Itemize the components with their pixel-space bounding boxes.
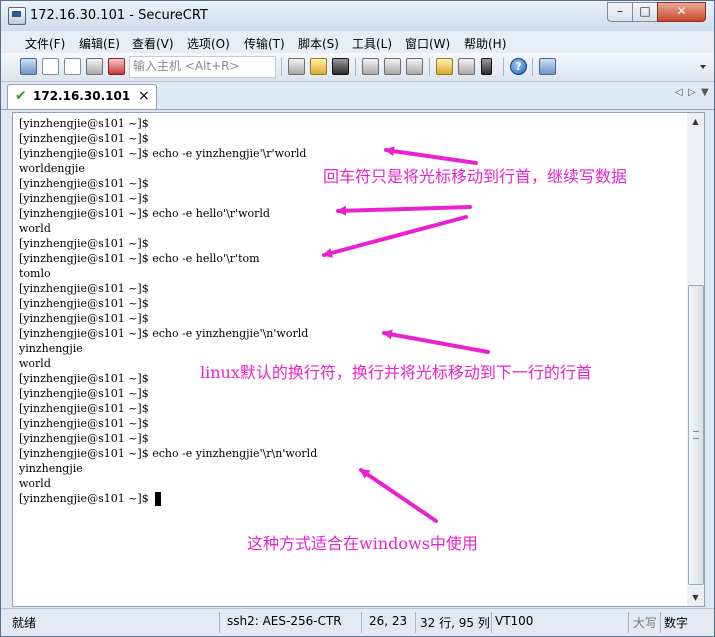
terminal-line: [yinzhengjie@s101 ~]$ echo -e hello'\r't… bbox=[19, 252, 260, 265]
terminal-line: [yinzhengjie@s101 ~]$ bbox=[19, 417, 149, 430]
terminal-line: [yinzhengjie@s101 ~]$ bbox=[19, 387, 149, 400]
terminal-line: [yinzhengjie@s101 ~]$ bbox=[19, 492, 149, 505]
session-tab-bar: ✔ 172.16.30.101 × ◁ ▷ ▼ bbox=[1, 82, 714, 110]
terminal-line: world bbox=[19, 222, 51, 235]
terminal-line: [yinzhengjie@s101 ~]$ echo -e yinzhengji… bbox=[19, 447, 318, 460]
close-window-button[interactable]: ✕ bbox=[657, 2, 706, 22]
quick-connect-icon[interactable] bbox=[42, 58, 59, 75]
menu-transfer[interactable]: 传输(T) bbox=[244, 35, 285, 52]
terminal-line: [yinzhengjie@s101 ~]$ bbox=[19, 132, 149, 145]
status-separator bbox=[660, 612, 661, 633]
menu-window[interactable]: 窗口(W) bbox=[405, 35, 450, 52]
status-ready: 就绪 bbox=[12, 616, 37, 630]
scrollbar-grip-icon bbox=[693, 431, 699, 439]
toolbar-separator bbox=[281, 58, 282, 76]
toolbar-separator bbox=[503, 58, 504, 76]
terminal-line: [yinzhengjie@s101 ~]$ bbox=[19, 297, 149, 310]
title-bar[interactable]: 172.16.30.101 - SecureCRT – □ ✕ bbox=[1, 1, 714, 31]
session-options-icon[interactable] bbox=[436, 58, 453, 75]
sftp-icon[interactable] bbox=[539, 58, 556, 75]
print-screen-icon[interactable] bbox=[406, 58, 423, 75]
host-input[interactable] bbox=[130, 57, 276, 75]
terminal-line: [yinzhengjie@s101 ~]$ bbox=[19, 402, 149, 415]
menu-help[interactable]: 帮助(H) bbox=[464, 35, 506, 52]
status-terminal-size: 32 行, 95 列 bbox=[420, 616, 490, 630]
menu-bar: 文件(F) 编辑(E) 查看(V) 选项(O) 传输(T) 脚本(S) 工具(L… bbox=[1, 31, 714, 53]
status-separator bbox=[628, 612, 629, 633]
annotation-windows-newline: 这种方式适合在windows中使用 bbox=[247, 534, 478, 553]
terminal-line: [yinzhengjie@s101 ~]$ bbox=[19, 282, 149, 295]
terminal-line: yinzhengjie bbox=[19, 462, 83, 475]
status-caps-lock: 大写 bbox=[633, 616, 658, 630]
terminal-line: [yinzhengjie@s101 ~]$ bbox=[19, 432, 149, 445]
annotation-carriage-return: 回车符只是将光标移动到行首，继续写数据 bbox=[323, 167, 628, 186]
reconnect-icon[interactable] bbox=[86, 58, 103, 75]
scroll-up-arrow-icon[interactable]: ▲ bbox=[687, 113, 704, 130]
terminal-line: [yinzhengjie@s101 ~]$ echo -e yinzhengji… bbox=[19, 327, 309, 340]
status-terminal-type: VT100 bbox=[495, 614, 534, 628]
menu-edit[interactable]: 编辑(E) bbox=[79, 35, 120, 52]
status-separator bbox=[415, 612, 416, 633]
status-num-lock: 数字 bbox=[664, 616, 689, 630]
annotation-linux-newline: linux默认的换行符，换行并将光标移动到下一行的行首 bbox=[200, 363, 592, 382]
window-title: 172.16.30.101 - SecureCRT bbox=[30, 8, 208, 23]
terminal-line: [yinzhengjie@s101 ~]$ bbox=[19, 177, 149, 190]
terminal-line: tomlo bbox=[19, 267, 51, 280]
help-icon[interactable]: ? bbox=[510, 58, 527, 75]
session-tab-label: 172.16.30.101 bbox=[33, 89, 131, 103]
terminal-cursor bbox=[155, 492, 161, 506]
print-setup-icon[interactable] bbox=[384, 58, 401, 75]
terminal-line: [yinzhengjie@s101 ~]$ bbox=[19, 237, 149, 250]
terminal-line: worldengjie bbox=[19, 162, 85, 175]
print-icon[interactable] bbox=[362, 58, 379, 75]
scrollbar-thumb[interactable] bbox=[688, 285, 704, 585]
vertical-scrollbar[interactable]: ▲ ▼ bbox=[687, 112, 705, 607]
menu-tools[interactable]: 工具(L) bbox=[352, 35, 392, 52]
status-separator bbox=[361, 612, 362, 633]
toolbar: ? bbox=[1, 53, 714, 82]
terminal-line: [yinzhengjie@s101 ~]$ echo -e hello'\r'w… bbox=[19, 207, 270, 220]
terminal-line: world bbox=[19, 477, 51, 490]
connect-tab-icon[interactable] bbox=[64, 58, 81, 75]
terminal-line: [yinzhengjie@s101 ~]$ echo -e yinzhengji… bbox=[19, 147, 307, 160]
toolbar-overflow-icon[interactable] bbox=[700, 65, 706, 69]
tab-scroll-left-icon[interactable]: ◁ bbox=[675, 87, 683, 98]
terminal-line: [yinzhengjie@s101 ~]$ bbox=[19, 117, 149, 130]
status-separator bbox=[219, 612, 220, 633]
terminal-line: world bbox=[19, 357, 51, 370]
terminal-line: [yinzhengjie@s101 ~]$ bbox=[19, 192, 149, 205]
key-map-icon[interactable] bbox=[481, 58, 492, 75]
menu-file[interactable]: 文件(F) bbox=[25, 35, 65, 52]
global-options-icon[interactable] bbox=[458, 58, 475, 75]
paste-icon[interactable] bbox=[310, 58, 327, 75]
terminal-line: [yinzhengjie@s101 ~]$ bbox=[19, 372, 149, 385]
tab-list-dropdown-icon[interactable]: ▼ bbox=[701, 87, 709, 98]
minimize-button[interactable]: – bbox=[607, 2, 633, 22]
toolbar-separator bbox=[532, 58, 533, 76]
toolbar-separator bbox=[355, 58, 356, 76]
status-cursor-position: 26, 23 bbox=[369, 614, 408, 628]
menu-view[interactable]: 查看(V) bbox=[132, 35, 174, 52]
disconnect-icon[interactable] bbox=[108, 58, 125, 75]
terminal-line: [yinzhengjie@s101 ~]$ bbox=[19, 312, 149, 325]
session-tab[interactable]: ✔ 172.16.30.101 × bbox=[7, 84, 157, 109]
quick-connect-field[interactable] bbox=[129, 56, 276, 78]
menu-script[interactable]: 脚本(S) bbox=[298, 35, 339, 52]
maximize-button[interactable]: □ bbox=[632, 2, 658, 22]
close-tab-icon[interactable]: × bbox=[138, 88, 150, 104]
securecrt-app-icon[interactable] bbox=[8, 7, 26, 25]
connected-check-icon: ✔ bbox=[15, 88, 27, 104]
status-bar: 就绪 ssh2: AES-256-CTR 26, 23 32 行, 95 列 V… bbox=[1, 608, 714, 636]
find-icon[interactable] bbox=[332, 58, 349, 75]
terminal-line: yinzhengjie bbox=[19, 342, 83, 355]
status-cipher: ssh2: AES-256-CTR bbox=[227, 614, 342, 628]
toolbar-separator bbox=[429, 58, 430, 76]
status-separator bbox=[491, 612, 492, 633]
scroll-down-arrow-icon[interactable]: ▼ bbox=[687, 589, 704, 606]
copy-icon[interactable] bbox=[288, 58, 305, 75]
menu-options[interactable]: 选项(O) bbox=[187, 35, 230, 52]
connect-icon[interactable] bbox=[20, 58, 37, 75]
tab-scroll-right-icon[interactable]: ▷ bbox=[688, 87, 696, 98]
